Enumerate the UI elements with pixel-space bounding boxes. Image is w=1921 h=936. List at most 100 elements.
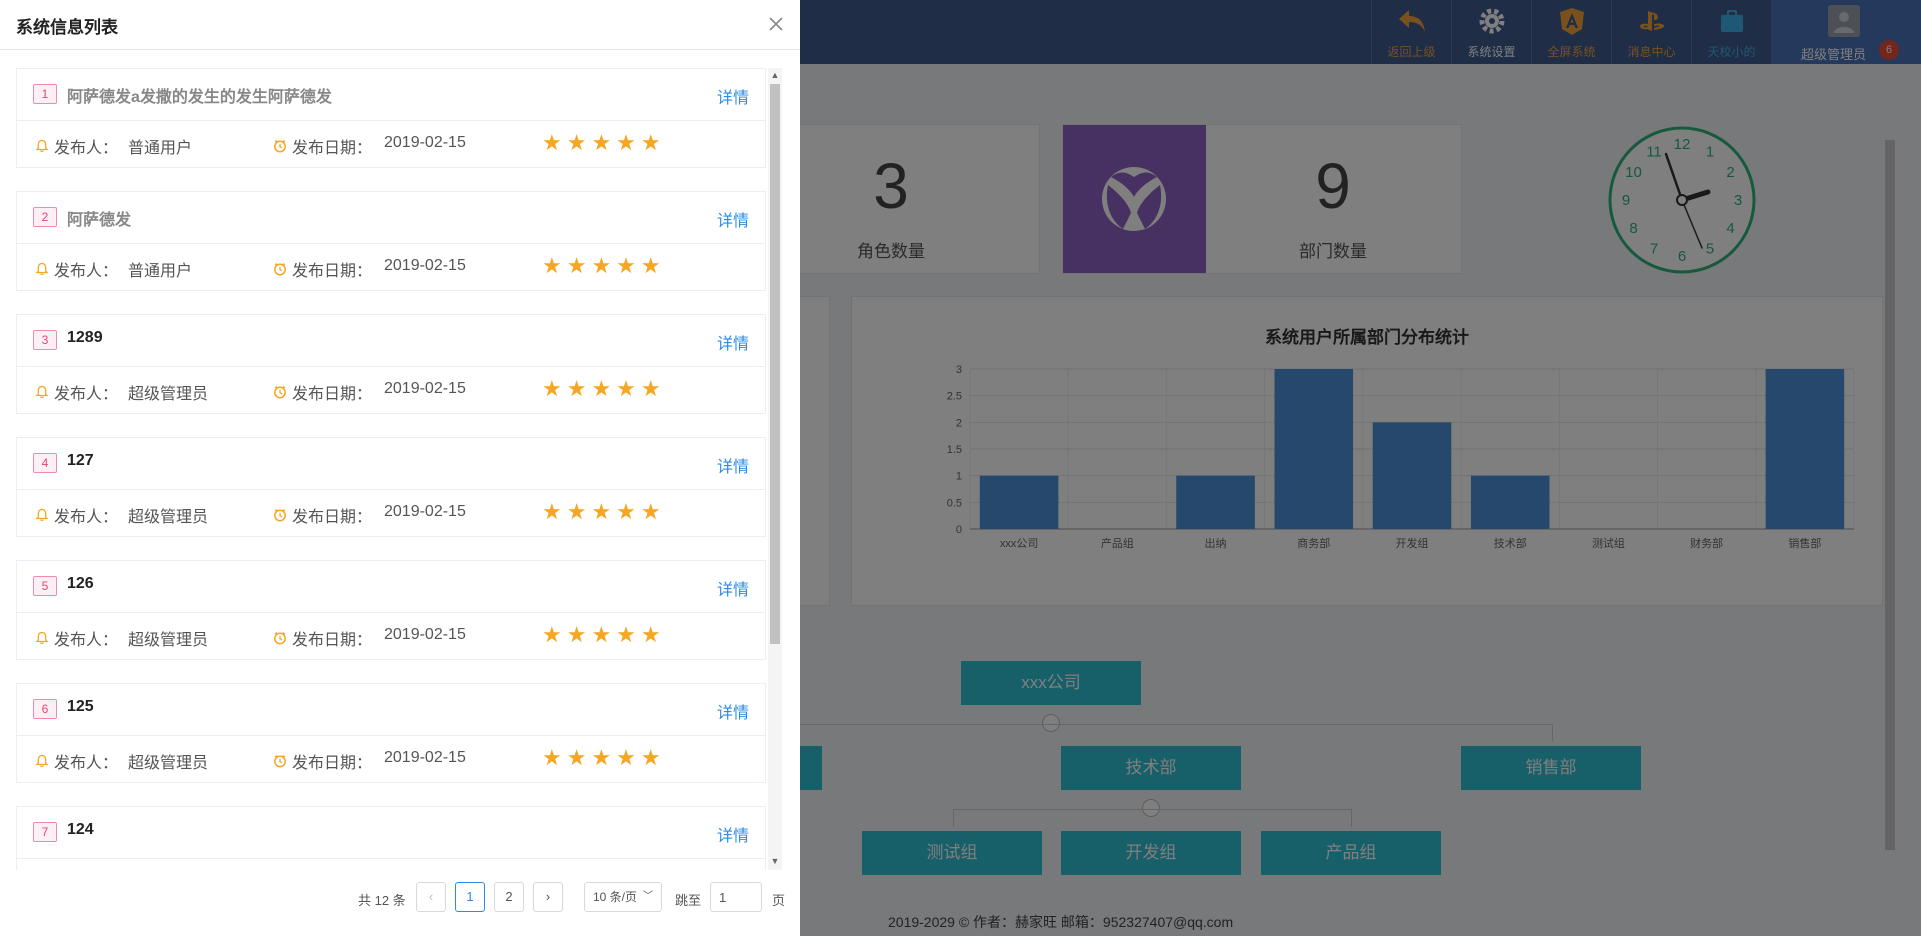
detail-link[interactable]: 详情 (717, 207, 749, 231)
star-rating: ★★★★★ (542, 130, 666, 155)
list-item-header: 1 阿萨德发a发撒的发生的发生阿萨德发 详情 (17, 69, 765, 121)
date-label: 发布日期： (292, 509, 373, 526)
star-rating: ★★★★★ (542, 499, 666, 524)
publisher-label: 发布人： (54, 755, 119, 772)
drawer-header: 系统信息列表 (0, 0, 800, 50)
list-item: 2 阿萨德发 详情发布人： 普通用户 发布日期： 2019-02-15 ★★★★★ (16, 191, 766, 291)
date-value: 2019-02-15 (384, 134, 466, 151)
scroll-down-arrow[interactable]: ▼ (770, 856, 780, 866)
detail-link[interactable]: 详情 (717, 453, 749, 477)
list-item-meta: 发布人： 普通用户 发布日期： 2019-02-15 ★★★★★ (17, 121, 765, 167)
list-item-meta: 发布人： 普通用户 发布日期： 2019-02-15 ★★★★★ (17, 244, 765, 290)
publisher-value: 超级管理员 (128, 755, 209, 772)
bell-icon (35, 631, 49, 644)
publisher-label: 发布人： (54, 509, 119, 526)
detail-link[interactable]: 详情 (717, 84, 749, 108)
list-item: 7 124 详情 (16, 806, 766, 870)
index-badge: 3 (33, 330, 57, 350)
timer-icon (274, 754, 286, 768)
list-item-header: 5 126 详情 (17, 561, 765, 613)
index-badge: 5 (33, 576, 57, 596)
list-item-meta: 发布人： 超级管理员 发布日期： 2019-02-15 ★★★★★ (17, 367, 765, 413)
drawer-title: 系统信息列表 (16, 18, 118, 37)
publisher-label: 发布人： (54, 632, 119, 649)
index-badge: 4 (33, 453, 57, 473)
prev-page-button[interactable]: ‹ (416, 882, 446, 912)
page-2-button[interactable]: 2 (494, 882, 524, 912)
list-item-meta: 发布人： 超级管理员 发布日期： 2019-02-15 ★★★★★ (17, 736, 765, 782)
timer-icon (274, 262, 286, 276)
date-value: 2019-02-15 (384, 380, 466, 397)
list-item-header: 4 127 详情 (17, 438, 765, 490)
pagination: 共 12 条 ‹ 1 2 › 10 条/页 ﹀ 跳至 页 (0, 882, 800, 914)
index-badge: 2 (33, 207, 57, 227)
date-value: 2019-02-15 (384, 626, 466, 643)
item-title: 126 (67, 575, 94, 592)
item-title: 125 (67, 698, 94, 715)
star-rating: ★★★★★ (542, 253, 666, 278)
date-value: 2019-02-15 (384, 257, 466, 274)
page-1-button[interactable]: 1 (455, 882, 485, 912)
bell-icon (35, 139, 49, 152)
pagination-total: 共 12 条 (358, 893, 406, 908)
list-item-meta: 发布人： 超级管理员 发布日期： 2019-02-15 ★★★★★ (17, 613, 765, 659)
detail-link[interactable]: 详情 (717, 822, 749, 846)
index-badge: 1 (33, 84, 57, 104)
bell-icon (35, 262, 49, 275)
date-label: 发布日期： (292, 140, 373, 157)
list-item-header: 3 1289 详情 (17, 315, 765, 367)
timer-icon (274, 508, 286, 522)
timer-icon (274, 385, 286, 399)
page-unit-label: 页 (772, 893, 786, 908)
list-item-header: 2 阿萨德发 详情 (17, 192, 765, 244)
scroll-thumb[interactable] (770, 84, 780, 644)
publisher-value: 超级管理员 (128, 386, 209, 403)
scroll-up-arrow[interactable]: ▲ (770, 70, 780, 80)
publisher-label: 发布人： (54, 386, 119, 403)
star-rating: ★★★★★ (542, 376, 666, 401)
bell-icon (35, 508, 49, 521)
jump-label: 跳至 (675, 893, 702, 908)
detail-link[interactable]: 详情 (717, 576, 749, 600)
index-badge: 7 (33, 822, 57, 842)
publisher-value: 普通用户 (128, 263, 193, 280)
star-rating: ★★★★★ (542, 745, 666, 770)
info-list: 1 阿萨德发a发撒的发生的发生阿萨德发 详情 发布人： 普通用户 发布日期： 2019-02… (16, 68, 766, 870)
system-info-drawer: 系统信息列表 1 阿萨德发a发撒的发生的发生阿萨德发 详情 发布人： 普通用户 发布日期：… (0, 0, 800, 936)
list-item-meta: 发布人： 超级管理员 发布日期： 2019-02-15 ★★★★★ (17, 490, 765, 536)
chevron-down-icon: ﹀ (643, 891, 653, 902)
publisher-label: 发布人： (54, 263, 119, 280)
list-item-header: 7 124 详情 (17, 807, 765, 859)
list-item: 3 1289 详情发布人： 超级管理员 发布日期： 2019-02-15 ★★★★★ (16, 314, 766, 414)
date-label: 发布日期： (292, 263, 373, 280)
publisher-value: 普通用户 (128, 140, 193, 157)
date-value: 2019-02-15 (384, 503, 466, 520)
jump-page-input[interactable] (710, 882, 762, 912)
bell-icon (35, 385, 49, 398)
publisher-label: 发布人： (54, 140, 119, 157)
timer-icon (274, 631, 286, 645)
item-title: 124 (67, 821, 94, 838)
bell-icon (35, 754, 49, 767)
list-scrollbar[interactable]: ▲ ▼ (768, 68, 782, 870)
item-title: 阿萨德发 (67, 212, 132, 229)
close-icon[interactable] (765, 13, 787, 35)
list-item: 1 阿萨德发a发撒的发生的发生阿萨德发 详情发布人： 普通用户 发布日期： 2019-02… (16, 68, 766, 168)
item-title: 127 (67, 452, 94, 469)
publisher-value: 超级管理员 (128, 509, 209, 526)
date-label: 发布日期： (292, 755, 373, 772)
list-item: 6 125 详情发布人： 超级管理员 发布日期： 2019-02-15 ★★★★★ (16, 683, 766, 783)
date-label: 发布日期： (292, 386, 373, 403)
next-page-button[interactable]: › (533, 882, 563, 912)
timer-icon (274, 139, 286, 153)
detail-link[interactable]: 详情 (717, 330, 749, 354)
list-item-header: 6 125 详情 (17, 684, 765, 736)
date-value: 2019-02-15 (384, 749, 466, 766)
date-label: 发布日期： (292, 632, 373, 649)
page-size-select[interactable]: 10 条/页 ﹀ (584, 882, 662, 912)
index-badge: 6 (33, 699, 57, 719)
item-title: 阿萨德发a发撒的发生的发生阿萨德发 (67, 89, 332, 106)
detail-link[interactable]: 详情 (717, 699, 749, 723)
publisher-value: 超级管理员 (128, 632, 209, 649)
item-title: 1289 (67, 329, 103, 346)
